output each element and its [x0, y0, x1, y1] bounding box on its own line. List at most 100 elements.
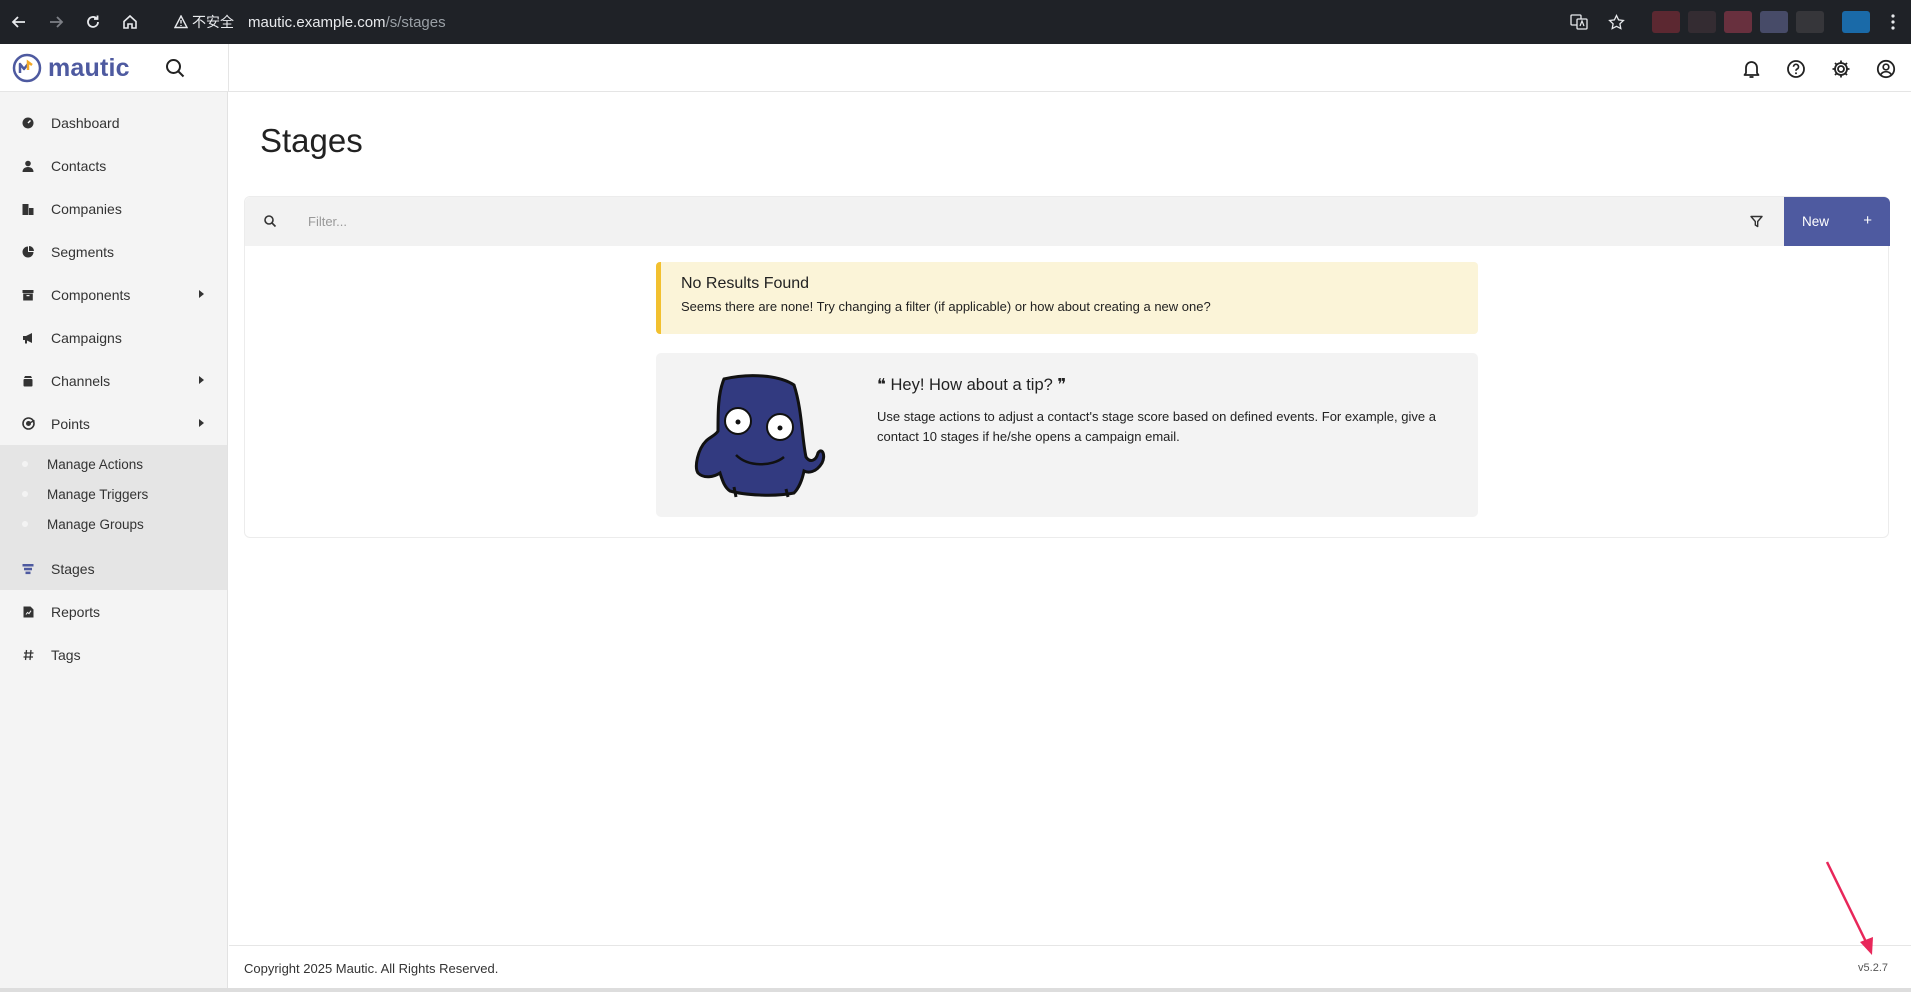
tip-box: ❝ Hey! How about a tip? ❞ Use stage acti…: [656, 353, 1478, 517]
sidebar-item-segments[interactable]: Segments: [0, 230, 227, 273]
extension-icon[interactable]: [1724, 11, 1752, 33]
reload-icon: [87, 15, 99, 28]
sidebar-item-stages[interactable]: Stages: [0, 547, 227, 590]
search-icon: [166, 59, 185, 78]
forward-button[interactable]: [38, 4, 74, 40]
gear-icon: [1832, 60, 1850, 78]
stages-icon: [21, 562, 35, 576]
bell-icon: [1743, 61, 1759, 78]
back-arrow-icon: [11, 16, 25, 28]
sidebar-subitem-manage-groups[interactable]: Manage Groups: [0, 509, 227, 539]
copyright-text: Copyright 2025 Mautic. All Rights Reserv…: [244, 961, 499, 976]
sidebar-item-components[interactable]: Components: [0, 273, 227, 316]
dashboard-icon: [21, 116, 35, 130]
home-icon: [123, 14, 137, 29]
points-icon: [21, 417, 35, 431]
kebab-menu-icon: [1891, 14, 1895, 30]
notifications-button[interactable]: [1736, 54, 1766, 84]
hashtag-icon: [21, 648, 35, 662]
sidebar-item-label: Companies: [51, 200, 122, 217]
sidebar-item-tags[interactable]: Tags: [0, 633, 227, 676]
bullet-icon: [22, 491, 28, 497]
mautic-logo[interactable]: mautic: [12, 53, 130, 83]
extension-icon[interactable]: [1760, 11, 1788, 33]
sidebar-item-label: Dashboard: [51, 114, 120, 131]
bookmark-button[interactable]: [1598, 4, 1634, 40]
extension-icon[interactable]: [1842, 11, 1870, 33]
advanced-filter-button[interactable]: [1746, 211, 1766, 231]
user-profile-button[interactable]: [1871, 54, 1901, 84]
building-icon: [21, 202, 35, 216]
bullet-icon: [22, 461, 28, 467]
sidebar-subitem-manage-triggers[interactable]: Manage Triggers: [0, 479, 227, 509]
caret-right-icon: [199, 290, 204, 298]
new-button-label: New: [1802, 214, 1830, 229]
home-button[interactable]: [112, 4, 148, 40]
sidebar-item-reports[interactable]: Reports: [0, 590, 227, 633]
plus-icon: +: [1863, 212, 1872, 229]
sidebar-item-label: Contacts: [51, 157, 107, 174]
megaphone-icon: [21, 331, 35, 345]
no-results-alert: No Results Found Seems there are none! T…: [656, 262, 1478, 334]
settings-button[interactable]: [1826, 54, 1856, 84]
search-icon: [264, 215, 277, 228]
translate-button[interactable]: [1561, 4, 1597, 40]
help-button[interactable]: [1781, 54, 1811, 84]
bullet-icon: [22, 521, 28, 527]
logo-text: mautic: [48, 53, 130, 82]
close-quote-icon: ❞: [1057, 376, 1067, 394]
browser-menu-button[interactable]: [1875, 4, 1911, 40]
mautic-mascot-image: [694, 374, 826, 498]
caret-right-icon: [199, 419, 204, 427]
open-quote-icon: ❝: [877, 376, 886, 394]
funnel-icon: [1749, 215, 1763, 227]
pie-chart-icon: [21, 245, 35, 259]
security-indicator[interactable]: 不安全: [174, 12, 234, 32]
sidebar-item-label: Components: [51, 286, 131, 303]
list-toolbar: New +: [245, 197, 1890, 246]
address-bar[interactable]: 不安全 mautic.example.com/s/stages: [174, 12, 446, 32]
new-stage-button[interactable]: New +: [1784, 197, 1890, 246]
sidebar-item-channels[interactable]: Channels: [0, 359, 227, 402]
bottom-border: [0, 988, 1911, 992]
sidebar-subitem-label: Manage Groups: [47, 516, 144, 532]
reload-button[interactable]: [75, 4, 111, 40]
sidebar-item-label: Reports: [51, 603, 101, 620]
app-header: mautic: [0, 44, 1911, 92]
box-icon: [21, 288, 35, 302]
sidebar: Dashboard Contacts Companies Segments Co…: [0, 92, 228, 992]
annotation-arrow-icon: [1825, 861, 1873, 955]
back-button[interactable]: [1, 4, 37, 40]
sidebar-item-dashboard[interactable]: Dashboard: [0, 101, 227, 144]
url-path: /s/stages: [385, 13, 446, 31]
sidebar-item-contacts[interactable]: Contacts: [0, 144, 227, 187]
sidebar-item-points[interactable]: Points: [0, 402, 227, 445]
extension-icon[interactable]: [1652, 11, 1680, 33]
tip-text: Use stage actions to adjust a contact's …: [877, 409, 1436, 444]
main-content: Stages New + No Results Found Seems ther…: [229, 92, 1911, 992]
translate-icon: [1570, 14, 1588, 30]
header-divider: [228, 44, 229, 92]
extension-icon[interactable]: [1688, 11, 1716, 33]
page-title: Stages: [260, 122, 363, 159]
filter-input[interactable]: [291, 205, 891, 237]
extension-icon[interactable]: [1796, 11, 1824, 33]
help-icon: [1787, 60, 1805, 78]
global-search-button[interactable]: [162, 55, 188, 81]
stages-panel: New + No Results Found Seems there are n…: [244, 196, 1890, 538]
tip-title: ❝ Hey! How about a tip? ❞: [877, 375, 1066, 395]
sidebar-item-label: Campaigns: [51, 329, 122, 346]
sidebar-item-label: Tags: [51, 646, 81, 663]
sidebar-item-label: Segments: [51, 243, 115, 260]
tip-title-text: Hey! How about a tip?: [890, 376, 1053, 394]
report-icon: [21, 605, 35, 619]
sidebar-subitem-manage-actions[interactable]: Manage Actions: [0, 449, 227, 479]
sidebar-item-campaigns[interactable]: Campaigns: [0, 316, 227, 359]
warning-icon: [174, 15, 188, 29]
sidebar-item-companies[interactable]: Companies: [0, 187, 227, 230]
user-circle-icon: [1876, 59, 1896, 79]
channel-icon: [21, 374, 35, 388]
browser-toolbar: 不安全 mautic.example.com/s/stages: [0, 0, 1911, 44]
caret-right-icon: [199, 376, 204, 384]
alert-text: Seems there are none! Try changing a fil…: [681, 299, 1211, 314]
